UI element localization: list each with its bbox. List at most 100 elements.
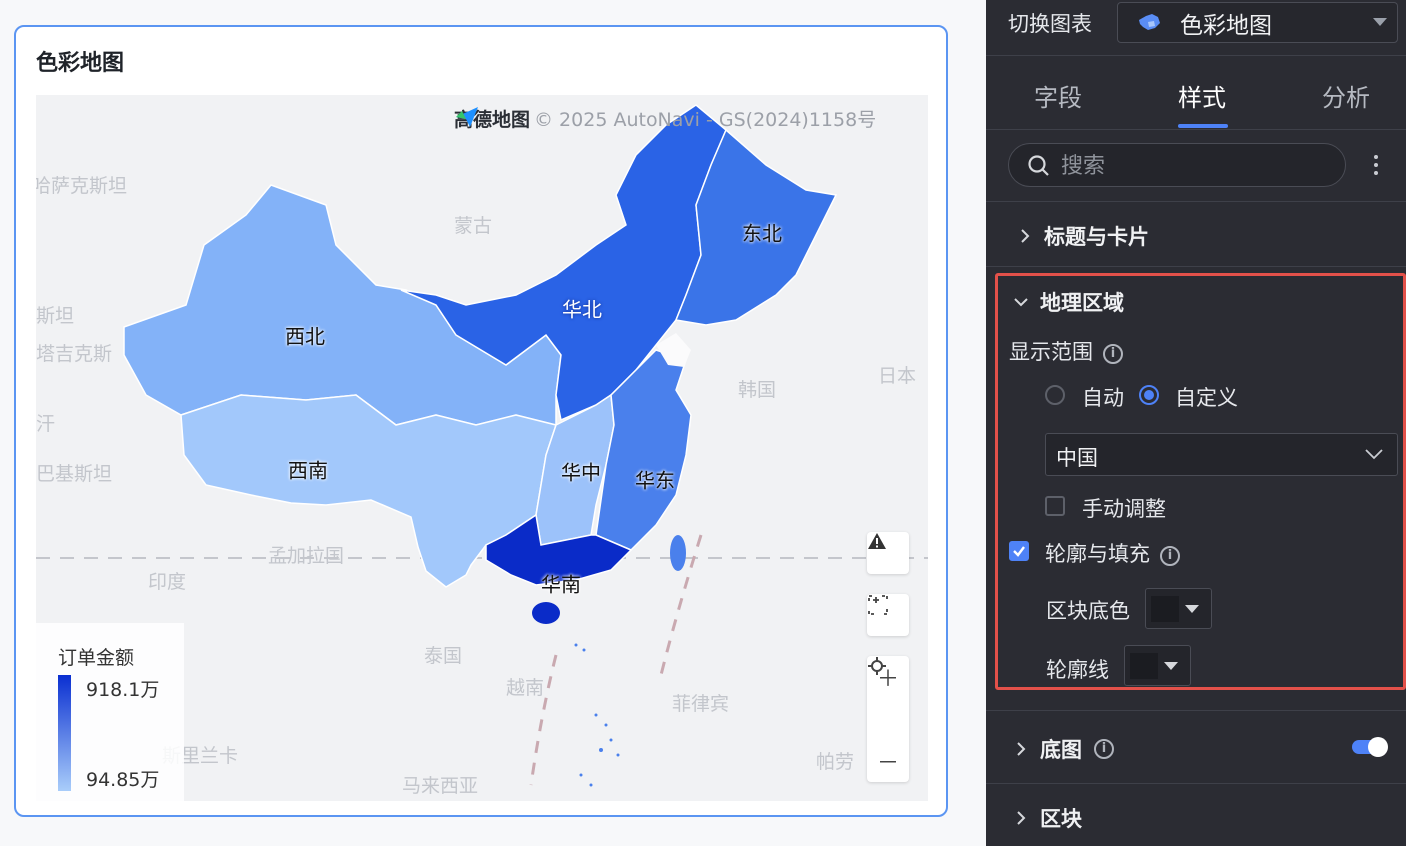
chart-card: 色彩地图 哈萨克斯坦 蒙古 斯坦 塔吉克斯 汗 巴基斯坦 孟加拉国 印度 泰国 … — [14, 25, 948, 817]
outline-label: 轮廓线 — [1046, 658, 1109, 682]
bg-label: 越南 — [506, 677, 545, 699]
zoom-out-icon[interactable]: － — [867, 740, 909, 782]
block-color-picker[interactable] — [1145, 588, 1212, 629]
bg-label: 帕劳 — [816, 751, 855, 773]
legend-max: 918.1万 — [86, 679, 160, 701]
amap-logo-icon — [456, 107, 478, 127]
section-block[interactable]: 区块 — [1014, 803, 1082, 833]
bg-label: 孟加拉国 — [268, 545, 345, 567]
bg-label: 巴基斯坦 — [36, 463, 113, 485]
bg-label: 斯坦 — [36, 305, 75, 327]
locate-icon[interactable] — [867, 657, 909, 740]
chevron-right-icon — [1017, 742, 1026, 756]
tab-style[interactable]: 样式 — [1178, 78, 1226, 113]
island-hainan — [532, 602, 560, 624]
switch-chart-row: 切换图表 色彩地图 — [986, 0, 1406, 56]
bg-label: 印度 — [148, 571, 187, 593]
chevron-down-icon — [1365, 449, 1383, 460]
island-taiwan — [670, 535, 686, 571]
region-label-central: 华中 — [561, 460, 601, 485]
display-range-text: 显示范围 — [1009, 340, 1093, 364]
region-label-north: 华北 — [562, 297, 602, 322]
radio-auto-label: 自动 — [1082, 386, 1124, 410]
color-swatch — [1130, 653, 1158, 679]
manual-adjust-label: 手动调整 — [1082, 497, 1166, 521]
region-label-south: 华南 — [541, 572, 581, 597]
chevron-right-icon — [1017, 811, 1026, 825]
map-warning-control[interactable] — [867, 532, 909, 574]
display-range-label: 显示范围 i — [1009, 336, 1123, 366]
chevron-down-icon — [1373, 18, 1387, 26]
bg-label: 哈萨克斯坦 — [36, 175, 128, 197]
bg-label: 日本 — [878, 365, 917, 387]
region-label-northeast: 东北 — [742, 221, 782, 246]
fit-screen-icon[interactable] — [867, 594, 909, 636]
divider — [986, 266, 1406, 267]
radio-auto[interactable] — [1045, 385, 1065, 405]
region-label-east: 华东 — [635, 468, 675, 493]
chevron-down-icon — [1164, 662, 1178, 670]
outline-color-picker[interactable] — [1124, 645, 1191, 686]
divider — [986, 710, 1406, 711]
section-basemap[interactable]: 底图 i — [1014, 734, 1114, 764]
manual-adjust-checkbox[interactable] — [1045, 496, 1065, 516]
switch-chart-label: 切换图表 — [1008, 12, 1092, 36]
bg-label: 马来西亚 — [402, 775, 479, 797]
chevron-down-icon — [1014, 298, 1028, 307]
map-attribution: 高德地图 © 2025 AutoNavi - GS(2024)1158号 — [454, 105, 876, 132]
basemap-toggle[interactable] — [1352, 737, 1388, 757]
radio-custom-label: 自定义 — [1175, 386, 1238, 410]
warning-icon[interactable] — [867, 532, 909, 574]
search-input[interactable] — [1061, 150, 1331, 182]
section-title-card[interactable]: 标题与卡片 — [1018, 221, 1149, 251]
map-zoom-control[interactable]: ＋ － — [867, 656, 909, 782]
bg-label: 塔吉克斯 — [36, 343, 113, 365]
section-geo-label: 地理区域 — [1040, 291, 1124, 315]
south-sea-islands — [574, 643, 620, 787]
block-color-label: 区块底色 — [1046, 599, 1130, 623]
section-basemap-label: 底图 — [1040, 738, 1082, 762]
bg-label: 韩国 — [738, 379, 777, 401]
choropleth-map[interactable]: 哈萨克斯坦 蒙古 斯坦 塔吉克斯 汗 巴基斯坦 孟加拉国 印度 泰国 越南 菲律… — [36, 95, 928, 801]
info-icon[interactable]: i — [1160, 546, 1180, 566]
search-icon — [1028, 155, 1049, 176]
section-title-card-label: 标题与卡片 — [1044, 225, 1149, 249]
outline-fill-checkbox[interactable] — [1009, 541, 1029, 561]
bg-label: 泰国 — [424, 645, 463, 667]
range-select-value: 中国 — [1056, 446, 1098, 470]
chart-title: 色彩地图 — [36, 51, 125, 76]
map-fit-control[interactable] — [867, 594, 909, 636]
more-options-icon[interactable] — [1366, 148, 1386, 182]
chart-type-select[interactable]: 色彩地图 — [1117, 2, 1398, 43]
bg-label: 汗 — [36, 413, 56, 435]
range-select[interactable]: 中国 — [1045, 433, 1398, 476]
checkmark-icon — [1013, 546, 1025, 557]
legend-min: 94.85万 — [86, 769, 160, 791]
tab-analysis[interactable]: 分析 — [1322, 78, 1370, 113]
search-box — [1008, 143, 1346, 187]
divider — [986, 783, 1406, 784]
chart-type-value: 色彩地图 — [1180, 12, 1272, 39]
chevron-right-icon — [1021, 229, 1030, 243]
tab-fields[interactable]: 字段 — [1034, 78, 1082, 113]
bg-label: 蒙古 — [454, 215, 493, 237]
active-tab-indicator — [1178, 124, 1228, 128]
info-icon[interactable]: i — [1094, 739, 1114, 759]
color-swatch — [1151, 596, 1179, 622]
panel-tabs: 字段 样式 分析 — [986, 58, 1406, 130]
attribution-text: © 2025 AutoNavi - GS(2024)1158号 — [534, 109, 877, 131]
radio-custom[interactable] — [1139, 385, 1159, 405]
map-legend: 订单金额 918.1万 94.85万 — [36, 623, 184, 801]
chevron-down-icon — [1185, 605, 1199, 613]
info-icon[interactable]: i — [1103, 344, 1123, 364]
outline-fill-text: 轮廓与填充 — [1045, 542, 1150, 566]
region-label-southwest: 西南 — [288, 458, 328, 483]
bg-label: 菲律宾 — [672, 693, 730, 715]
divider — [986, 201, 1406, 202]
legend-gradient — [58, 675, 71, 791]
region-label-northwest: 西北 — [285, 324, 325, 349]
outline-fill-label: 轮廓与填充 i — [1045, 538, 1180, 568]
section-geo[interactable]: 地理区域 — [1014, 287, 1124, 317]
legend-title: 订单金额 — [58, 647, 135, 669]
map-chart-icon — [1139, 13, 1160, 30]
